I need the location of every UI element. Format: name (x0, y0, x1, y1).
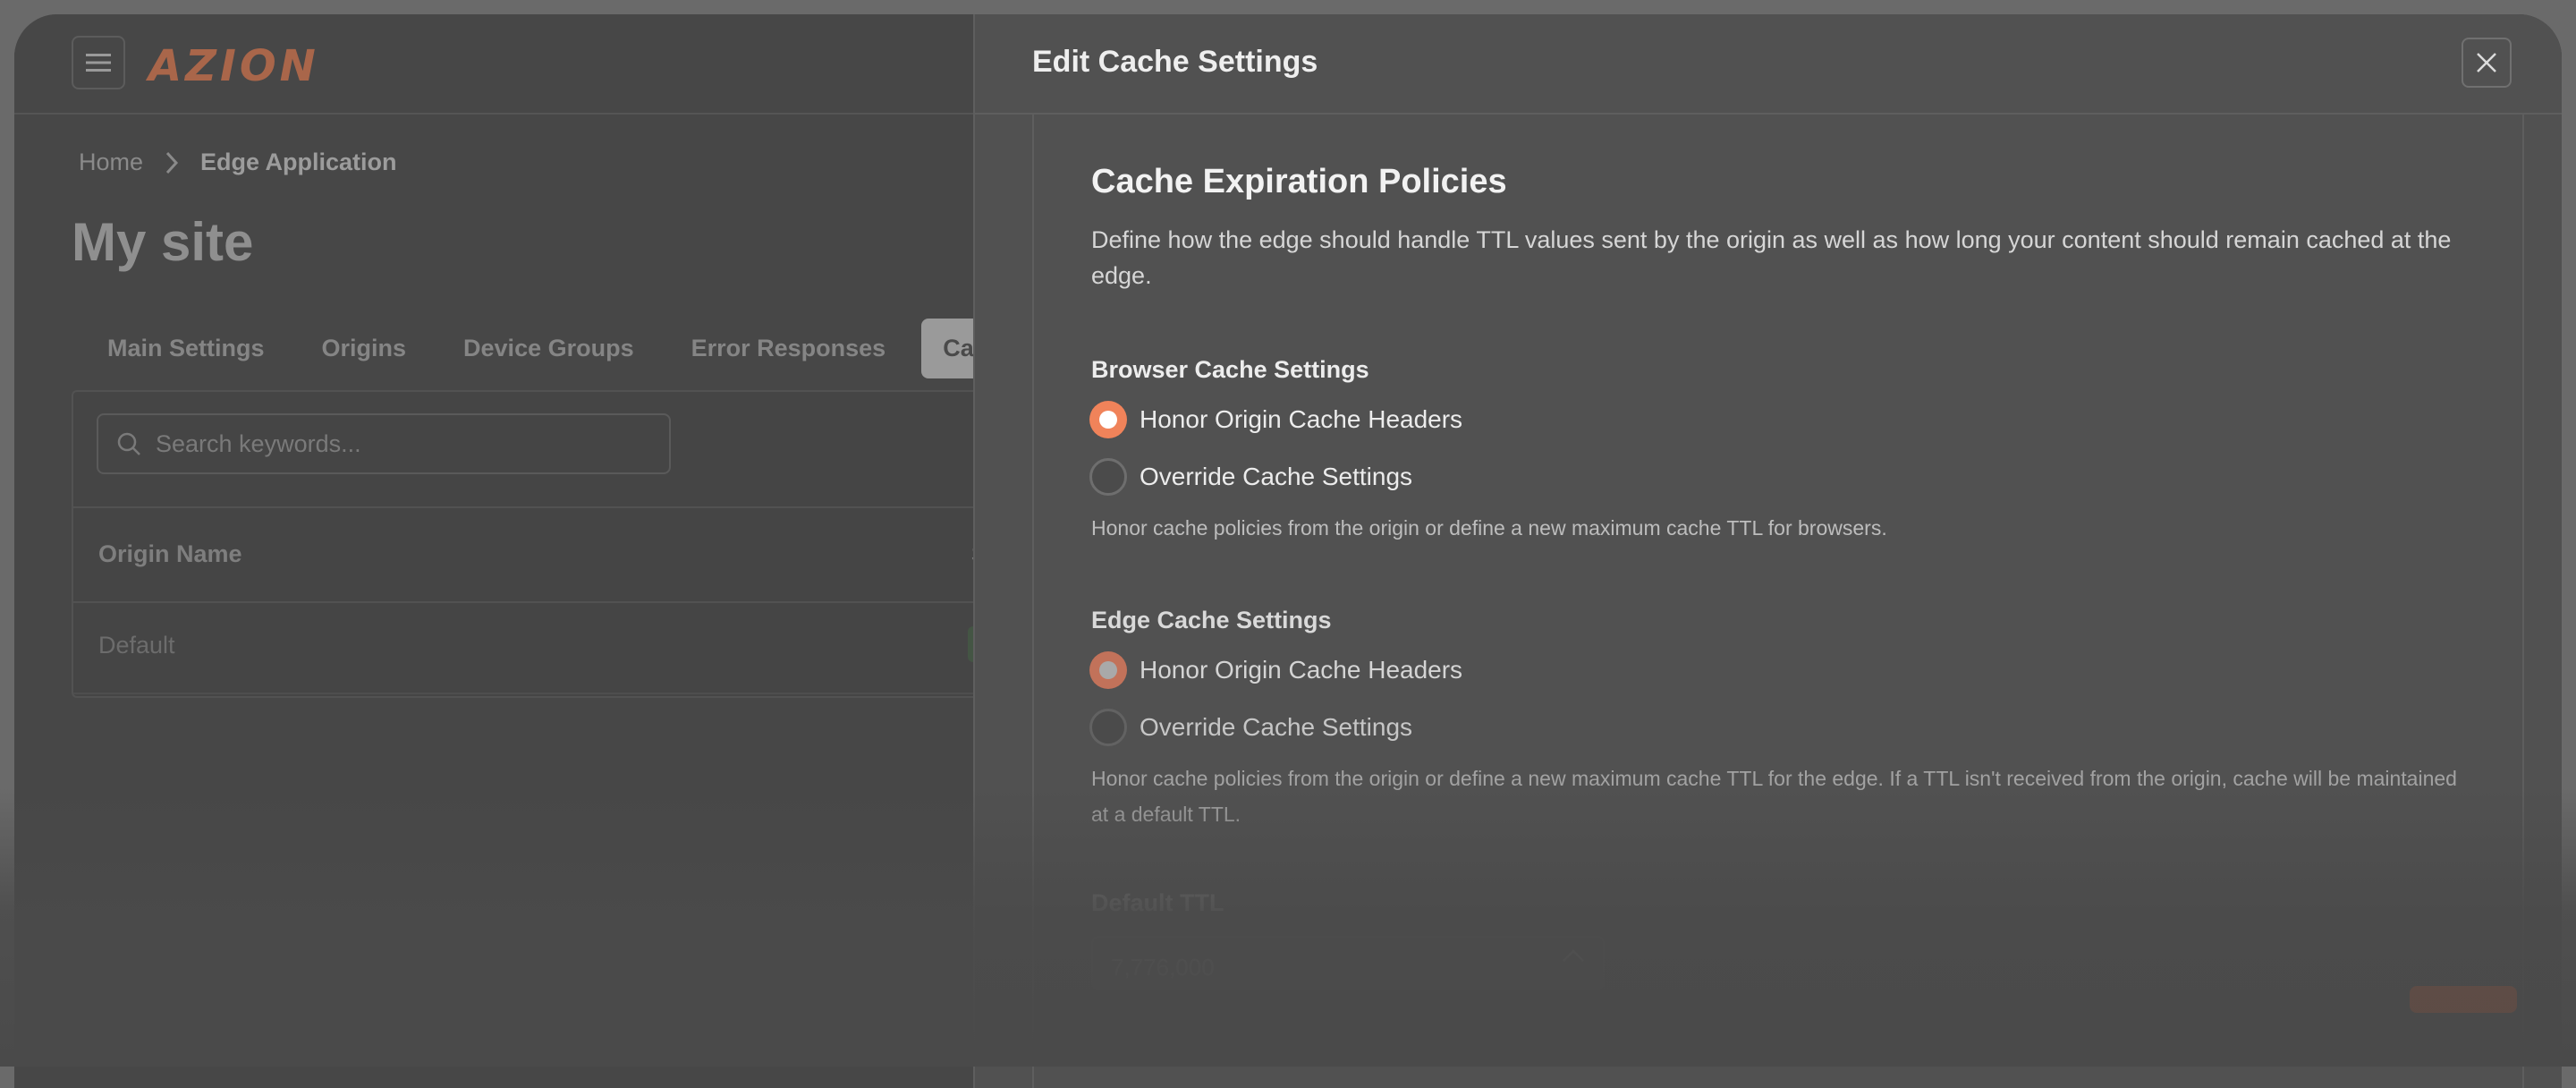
edge-cache-label: Edge Cache Settings (1091, 607, 1332, 633)
table-header: Origin Name St (73, 506, 996, 603)
tab-origins[interactable]: Origins (301, 319, 428, 378)
tab-bar: Main Settings Origins Device Groups Erro… (86, 319, 1051, 378)
close-button[interactable] (2462, 38, 2512, 88)
page-title: My site (72, 212, 254, 272)
default-ttl-value: 7,776,000 (1111, 954, 1215, 981)
breadcrumb-current: Edge Application (200, 149, 397, 175)
chevron-right-icon (165, 151, 179, 174)
menu-button[interactable] (72, 36, 125, 89)
radio-selected[interactable] (1089, 401, 1127, 438)
radio-unselected[interactable] (1089, 709, 1127, 746)
submit-button[interactable] (2410, 986, 2517, 1013)
edge-honor-option[interactable]: Honor Origin Cache Headers (1089, 651, 1462, 689)
option-label: Honor Origin Cache Headers (1140, 405, 1463, 433)
table-row[interactable]: Default (73, 599, 995, 694)
hamburger-icon (86, 54, 111, 72)
section-description: Define how the edge should handle TTL va… (1091, 226, 2452, 289)
section-title: Cache Expiration Policies (1091, 163, 1507, 200)
drawer-title: Edit Cache Settings (1032, 45, 1318, 79)
option-label: Honor Origin Cache Headers (1140, 656, 1463, 684)
browser-honor-option[interactable]: Honor Origin Cache Headers (1089, 401, 1462, 438)
app-window: AZION Home Edge Application My site Main… (14, 14, 2562, 1088)
browser-help-text: Honor cache policies from the origin or … (1091, 516, 1887, 540)
search-input[interactable]: Search keywords... (97, 413, 671, 474)
edge-override-option[interactable]: Override Cache Settings (1089, 709, 1412, 746)
search-icon (117, 432, 140, 455)
radio-unselected[interactable] (1089, 458, 1127, 496)
option-label: Override Cache Settings (1140, 713, 1413, 741)
cache-expiration-section: Cache Expiration Policies Define how the… (1032, 113, 2524, 1088)
column-origin-name[interactable]: Origin Name (98, 540, 242, 568)
default-ttl-input[interactable]: 7,776,000 (1091, 936, 1605, 990)
radio-selected[interactable] (1089, 651, 1127, 689)
edge-help-text: Honor cache policies from the origin or … (1091, 767, 2457, 826)
azion-logo[interactable]: AZION (148, 41, 319, 91)
tab-device-groups[interactable]: Device Groups (442, 319, 656, 378)
chevron-up-icon[interactable] (1562, 948, 1585, 963)
top-bar: AZION (14, 14, 973, 115)
tab-main-settings[interactable]: Main Settings (86, 319, 286, 378)
breadcrumb-home[interactable]: Home (79, 149, 143, 176)
origin-name-cell: Default (98, 632, 175, 659)
option-label: Override Cache Settings (1140, 463, 1413, 490)
browser-cache-label: Browser Cache Settings (1091, 356, 1369, 383)
tab-error-responses[interactable]: Error Responses (670, 319, 908, 378)
origins-card: Search keywords... Origin Name St Defaul… (72, 390, 996, 698)
breadcrumb: Home Edge Application (79, 149, 397, 176)
browser-override-option[interactable]: Override Cache Settings (1089, 458, 1412, 496)
search-placeholder: Search keywords... (156, 429, 361, 457)
edit-cache-drawer: Edit Cache Settings Cache Expiration Pol… (973, 14, 2562, 1088)
default-ttl-label: Default TTL (1091, 889, 1224, 916)
drawer-header: Edit Cache Settings (975, 14, 2562, 115)
close-icon (2477, 53, 2496, 72)
